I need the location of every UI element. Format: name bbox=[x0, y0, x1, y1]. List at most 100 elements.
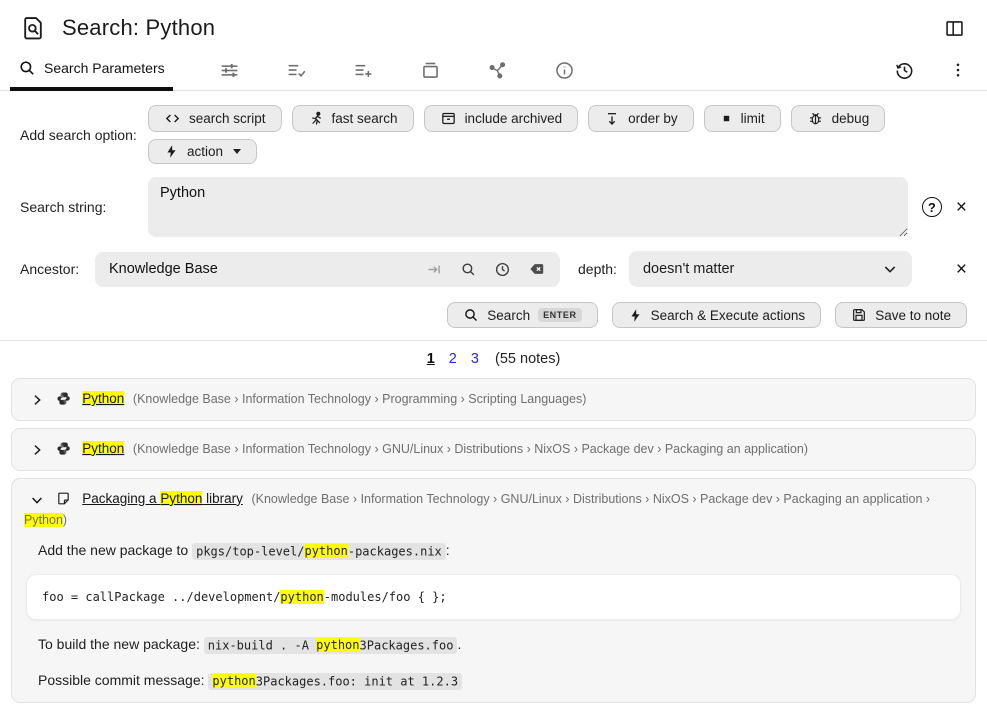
search-actions-row: Search ENTER Search & Execute actions Sa… bbox=[20, 302, 967, 328]
ancestor-row: Ancestor: bbox=[20, 251, 967, 287]
expand-chevron-right-icon[interactable] bbox=[30, 443, 44, 457]
search-icon bbox=[463, 307, 479, 323]
remove-ancestor-icon[interactable]: × bbox=[956, 260, 967, 279]
fast-search-label: fast search bbox=[332, 111, 398, 126]
content-paragraph: Possible commit message: python3Packages… bbox=[38, 670, 961, 692]
search-string-input[interactable]: Python bbox=[148, 177, 908, 237]
note-path: (Knowledge Base › Information Technology… bbox=[133, 392, 586, 406]
highlighted-term: python bbox=[316, 638, 359, 652]
search-script-button[interactable]: search script bbox=[148, 105, 282, 132]
inline-code: nix-build . -A python3Packages.foo bbox=[204, 637, 458, 654]
inline-code: python3Packages.foo: init at 1.2.3 bbox=[208, 673, 462, 690]
highlighted-term: Python bbox=[24, 513, 63, 527]
debug-button[interactable]: debug bbox=[791, 105, 886, 132]
saved-search-note-icon bbox=[20, 15, 46, 41]
note-map-share-icon[interactable] bbox=[483, 56, 512, 85]
basic-properties-sliders-icon[interactable] bbox=[215, 56, 244, 85]
depth-label: depth: bbox=[578, 261, 617, 277]
highlighted-term: python bbox=[280, 590, 323, 604]
highlighted-term: python bbox=[304, 544, 347, 558]
form-results-divider bbox=[0, 340, 987, 341]
note-revisions-history-icon[interactable] bbox=[890, 56, 919, 85]
highlighted-term: Python bbox=[82, 391, 124, 406]
search-result-row: Python (Knowledge Base › Information Tec… bbox=[11, 428, 976, 471]
search-execute-actions-button[interactable]: Search & Execute actions bbox=[612, 302, 822, 328]
ancestor-input[interactable] bbox=[95, 261, 422, 277]
code-block: foo = callPackage ../development/python-… bbox=[26, 574, 961, 621]
search-script-label: search script bbox=[189, 111, 266, 126]
title-text: Packaging a bbox=[82, 491, 160, 506]
add-search-option-label: Add search option: bbox=[20, 127, 148, 143]
caret-down-icon bbox=[233, 149, 241, 154]
note-paths-box-icon[interactable] bbox=[416, 56, 445, 85]
save-to-note-button[interactable]: Save to note bbox=[835, 302, 967, 328]
archive-icon bbox=[440, 110, 457, 127]
arrow-down-to-line-icon bbox=[604, 111, 620, 127]
show-tree-search-icon[interactable] bbox=[456, 257, 481, 282]
tab-search-parameters[interactable]: Search Parameters bbox=[10, 50, 173, 91]
page-title: Search: Python bbox=[62, 15, 215, 41]
fast-search-button[interactable]: fast search bbox=[292, 105, 414, 132]
search-button[interactable]: Search ENTER bbox=[447, 302, 597, 328]
chevron-down-icon bbox=[882, 261, 898, 277]
help-icon[interactable]: ? bbox=[922, 197, 942, 217]
note-document-icon bbox=[56, 491, 71, 506]
page-link-3[interactable]: 3 bbox=[471, 351, 479, 367]
note-info-icon[interactable] bbox=[550, 56, 579, 85]
highlighted-term: Python bbox=[82, 441, 124, 456]
search-icon bbox=[18, 59, 36, 77]
include-archived-button[interactable]: include archived bbox=[424, 105, 579, 132]
collapse-chevron-down-icon[interactable] bbox=[30, 493, 44, 507]
result-note-link[interactable]: Python bbox=[82, 391, 124, 406]
content-paragraph: To build the new package: nix-build . -A… bbox=[38, 634, 961, 656]
search-definition-form: Add search option: search script bbox=[0, 91, 987, 341]
content-paragraph: Add the new package to pkgs/top-level/py… bbox=[38, 540, 961, 562]
tab-label: Search Parameters bbox=[44, 60, 165, 76]
ancestor-autocomplete bbox=[95, 252, 560, 287]
save-floppy-icon bbox=[851, 307, 867, 323]
title-text: library bbox=[202, 491, 243, 506]
python-logo-icon bbox=[56, 391, 71, 406]
code-icon bbox=[164, 110, 181, 127]
limit-button[interactable]: limit bbox=[704, 105, 781, 132]
bug-icon bbox=[807, 110, 824, 127]
action-dropdown-button[interactable]: action bbox=[148, 139, 257, 164]
result-note-link[interactable]: Packaging a Python library bbox=[82, 491, 243, 506]
owned-attributes-list-check-icon[interactable] bbox=[282, 56, 311, 85]
pagination: 1 2 3 (55 notes) bbox=[0, 351, 987, 367]
limit-label: limit bbox=[741, 111, 765, 126]
recent-notes-clock-icon[interactable] bbox=[490, 257, 515, 282]
clear-input-backspace-icon[interactable] bbox=[524, 256, 550, 282]
ancestor-label: Ancestor: bbox=[20, 261, 95, 277]
note-path: (Knowledge Base › Information Technology… bbox=[133, 442, 808, 456]
order-by-button[interactable]: order by bbox=[588, 105, 694, 132]
remove-search-string-icon[interactable]: × bbox=[956, 198, 967, 217]
result-count: (55 notes) bbox=[495, 351, 560, 367]
kebab-menu-icon[interactable] bbox=[945, 57, 971, 83]
execute-button-label: Search & Execute actions bbox=[651, 308, 806, 323]
depth-select[interactable]: doesn't matter bbox=[629, 251, 912, 287]
expand-chevron-right-icon[interactable] bbox=[30, 393, 44, 407]
search-result-row-expanded: Packaging a Python library (Knowledge Ba… bbox=[11, 478, 976, 703]
toggle-right-pane-icon[interactable] bbox=[940, 14, 969, 43]
inline-code: pkgs/top-level/python-packages.nix bbox=[192, 543, 446, 560]
ribbon-tab-bar: Search Parameters bbox=[0, 50, 987, 91]
order-by-label: order by bbox=[628, 111, 678, 126]
search-result-row: Python (Knowledge Base › Information Tec… bbox=[11, 378, 976, 421]
lightning-bolt-icon bbox=[164, 144, 179, 159]
runner-icon bbox=[308, 111, 324, 127]
inherited-attributes-list-plus-icon[interactable] bbox=[349, 56, 378, 85]
jump-to-note-icon[interactable] bbox=[422, 257, 447, 282]
depth-selected-value: doesn't matter bbox=[643, 261, 734, 277]
save-button-label: Save to note bbox=[875, 308, 951, 323]
search-string-row: Search string: Python ? × bbox=[20, 177, 967, 237]
page-current[interactable]: 1 bbox=[427, 351, 435, 367]
lightning-bolt-icon bbox=[628, 308, 643, 323]
square-icon bbox=[720, 112, 733, 125]
result-note-link[interactable]: Python bbox=[82, 441, 124, 456]
page-link-2[interactable]: 2 bbox=[449, 351, 457, 367]
highlighted-term: python bbox=[212, 674, 255, 688]
search-string-label: Search string: bbox=[20, 199, 148, 215]
highlighted-term: Python bbox=[160, 491, 202, 506]
python-logo-icon bbox=[56, 441, 71, 456]
